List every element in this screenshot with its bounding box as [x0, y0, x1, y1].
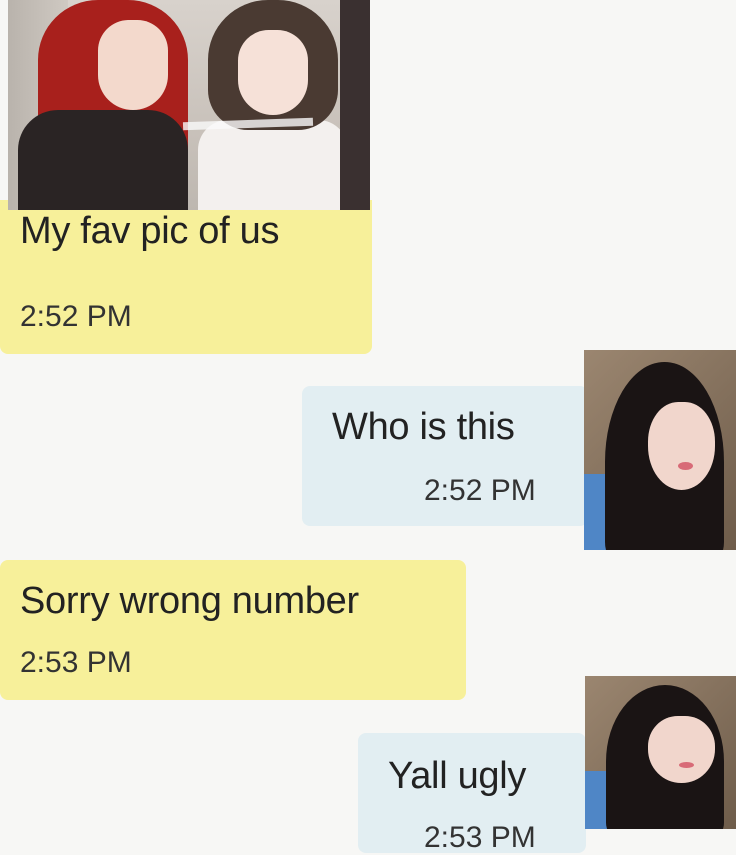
message-time: 2:52 PM: [424, 474, 536, 507]
photo-edge: [340, 0, 370, 210]
photo-person-left-face: [98, 20, 168, 110]
message-text: Sorry wrong number: [20, 580, 359, 622]
avatar-face: [647, 402, 715, 490]
message-text: My fav pic of us: [20, 210, 280, 252]
message-bubble-received-2[interactable]: Sorry wrong number 2:53 PM: [0, 560, 466, 700]
photo-person-right-face: [238, 30, 308, 115]
attached-photo[interactable]: [8, 0, 370, 210]
photo-person-right-body: [198, 120, 348, 210]
avatar[interactable]: [584, 350, 736, 550]
message-time: 2:52 PM: [20, 300, 132, 333]
message-bubble-sent-1[interactable]: Who is this 2:52 PM: [302, 386, 588, 526]
message-time: 2:53 PM: [424, 821, 536, 854]
avatar-face: [648, 715, 715, 784]
photo-person-left-body: [18, 110, 188, 210]
message-text: Yall ugly: [388, 755, 527, 797]
avatar[interactable]: [585, 676, 736, 829]
message-bubble-sent-2[interactable]: Yall ugly 2:53 PM: [358, 733, 586, 854]
message-text: Who is this: [332, 406, 515, 448]
message-time: 2:53 PM: [20, 646, 132, 679]
avatar-lips: [678, 761, 694, 768]
message-bubble-received-1[interactable]: My fav pic of us 2:52 PM: [0, 200, 372, 354]
